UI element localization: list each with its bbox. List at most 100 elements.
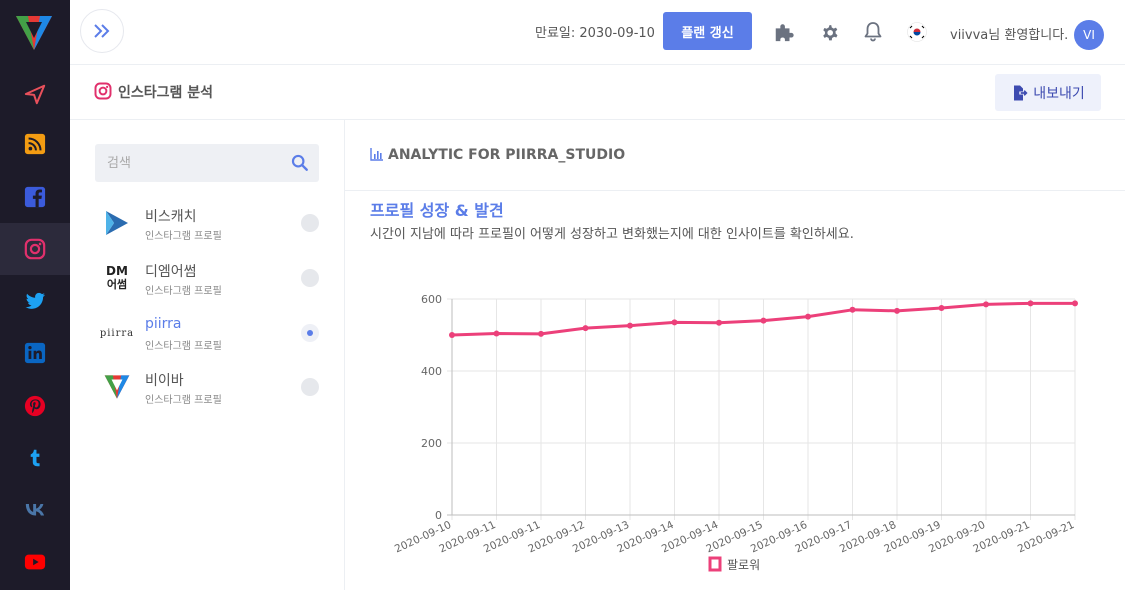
- profile-item-selected[interactable]: piirra piirra 인스타그램 프로필: [95, 309, 319, 359]
- welcome-message: viivva님 환영합니다.: [950, 28, 1069, 43]
- app-logo[interactable]: [14, 14, 54, 52]
- language-button[interactable]: [905, 20, 929, 44]
- section-description: 시간이 지남에 따라 프로필이 어떻게 성장하고 변화했는지에 대한 인사이트를…: [370, 227, 854, 242]
- bell-icon: [864, 22, 882, 42]
- instagram-icon: [94, 82, 112, 100]
- sidebar-toggle-button[interactable]: [80, 9, 124, 53]
- viivva-logo-icon: [104, 375, 130, 399]
- plan-expiry-date: 만료일: 2030-09-10: [535, 26, 655, 41]
- data-point: [894, 307, 900, 314]
- data-point: [449, 332, 455, 338]
- file-export-icon: [1014, 85, 1028, 100]
- export-button[interactable]: 내보내기: [995, 74, 1101, 111]
- sidebar-item-instagram[interactable]: [0, 223, 70, 275]
- profile-radio[interactable]: [301, 214, 319, 232]
- dm-logo-bottom: 어썸: [106, 278, 128, 291]
- piirra-logo-text: piirra: [99, 327, 135, 339]
- profile-logo: DM 어썸: [99, 260, 135, 296]
- profile-name: 디엠어썸: [145, 264, 197, 280]
- vk-icon: [25, 504, 45, 516]
- data-point: [627, 322, 633, 329]
- puzzle-icon: [775, 24, 794, 42]
- bisketch-logo-icon: [106, 211, 128, 235]
- y-tick-label: 400: [421, 365, 442, 378]
- profile-item[interactable]: 비스캐치 인스타그램 프로필: [95, 199, 319, 249]
- korea-flag-icon: [907, 22, 927, 42]
- data-point: [983, 301, 989, 308]
- page-header: 인스타그램 분석 내보내기: [70, 65, 1125, 120]
- analytics-header: ANALYTIC FOR PIIRRA_STUDIO: [345, 120, 1125, 191]
- youtube-icon: [24, 554, 46, 570]
- paper-plane-icon: [24, 84, 46, 105]
- data-point: [1072, 300, 1078, 307]
- bar-chart-icon: [370, 148, 383, 161]
- follower-growth-chart: 02004006002020-09-102020-09-112020-09-11…: [393, 293, 1078, 572]
- data-point: [849, 306, 856, 313]
- profile-item[interactable]: DM 어썸 디엠어썸 인스타그램 프로필: [95, 254, 319, 304]
- search-input[interactable]: [95, 144, 285, 182]
- section-title: 프로필 성장 & 발견: [370, 201, 504, 220]
- sidebar-item-rss[interactable]: [0, 118, 70, 170]
- profile-type: 인스타그램 프로필: [145, 395, 222, 406]
- profile-logo: [99, 369, 135, 405]
- icon-sidebar: [0, 0, 70, 590]
- profile-type: 인스타그램 프로필: [145, 286, 222, 297]
- profile-panel: 비스캐치 인스타그램 프로필 DM 어썸 디엠어썸 인스타그램 프로필 piir…: [70, 120, 345, 590]
- user-avatar[interactable]: VI: [1074, 20, 1104, 50]
- profile-type: 인스타그램 프로필: [145, 231, 222, 242]
- notifications-button[interactable]: [861, 20, 885, 44]
- search-icon[interactable]: [291, 154, 309, 172]
- facebook-icon: [24, 186, 46, 208]
- pinterest-icon: [24, 395, 46, 417]
- export-label: 내보내기: [1033, 85, 1085, 102]
- profile-logo: piirra: [97, 315, 137, 351]
- profile-name: 비이바: [145, 373, 184, 389]
- analytics-title: ANALYTIC FOR PIIRRA_STUDIO: [388, 147, 626, 163]
- profile-logo: [99, 205, 135, 241]
- sidebar-item-linkedin[interactable]: [0, 327, 70, 379]
- profile-radio[interactable]: [301, 269, 319, 287]
- sidebar-item-twitter[interactable]: [0, 275, 70, 327]
- legend-label: 팔로워: [727, 558, 760, 572]
- top-header: 만료일: 2030-09-10 플랜 갱신 viivva님 환영합니다. VI: [70, 0, 1125, 65]
- double-chevron-right-icon: [94, 24, 110, 38]
- page-title: 인스타그램 분석: [118, 85, 214, 101]
- data-point: [582, 325, 589, 332]
- y-tick-label: 200: [421, 437, 442, 450]
- tumblr-icon: [30, 449, 40, 467]
- profile-name: 비스캐치: [145, 209, 197, 225]
- sidebar-item-send[interactable]: [0, 68, 70, 120]
- y-tick-label: 600: [421, 293, 442, 306]
- analytics-area: ANALYTIC FOR PIIRRA_STUDIO 프로필 성장 & 발견 시…: [345, 120, 1125, 590]
- profile-name: piirra: [145, 316, 182, 332]
- legend-swatch: [708, 556, 722, 572]
- profile-search: [95, 144, 319, 182]
- sidebar-item-facebook[interactable]: [0, 171, 70, 223]
- data-point: [805, 313, 811, 320]
- linkedin-icon: [24, 342, 46, 364]
- data-point: [671, 319, 678, 326]
- profile-type: 인스타그램 프로필: [145, 341, 222, 352]
- profile-radio[interactable]: [301, 378, 319, 396]
- profile-radio-checked[interactable]: [301, 324, 319, 342]
- settings-button[interactable]: [817, 20, 841, 44]
- data-point: [760, 317, 767, 324]
- extensions-button[interactable]: [772, 20, 796, 44]
- rss-icon: [24, 133, 46, 155]
- profile-item[interactable]: 비이바 인스타그램 프로필: [95, 363, 319, 413]
- renew-plan-button[interactable]: 플랜 갱신: [663, 12, 752, 50]
- gear-icon: [822, 24, 837, 40]
- dm-logo-top: DM: [106, 264, 128, 278]
- y-tick-label: 0: [435, 509, 442, 522]
- data-point: [716, 319, 722, 326]
- data-point: [938, 305, 945, 311]
- sidebar-item-pinterest[interactable]: [0, 380, 70, 432]
- data-point: [538, 330, 544, 337]
- twitter-icon: [25, 292, 46, 309]
- sidebar-item-vk[interactable]: [0, 484, 70, 536]
- data-point: [1027, 300, 1034, 307]
- sidebar-item-tumblr[interactable]: [0, 432, 70, 484]
- sidebar-item-youtube[interactable]: [0, 536, 70, 588]
- data-point: [493, 330, 500, 337]
- instagram-icon: [24, 238, 46, 260]
